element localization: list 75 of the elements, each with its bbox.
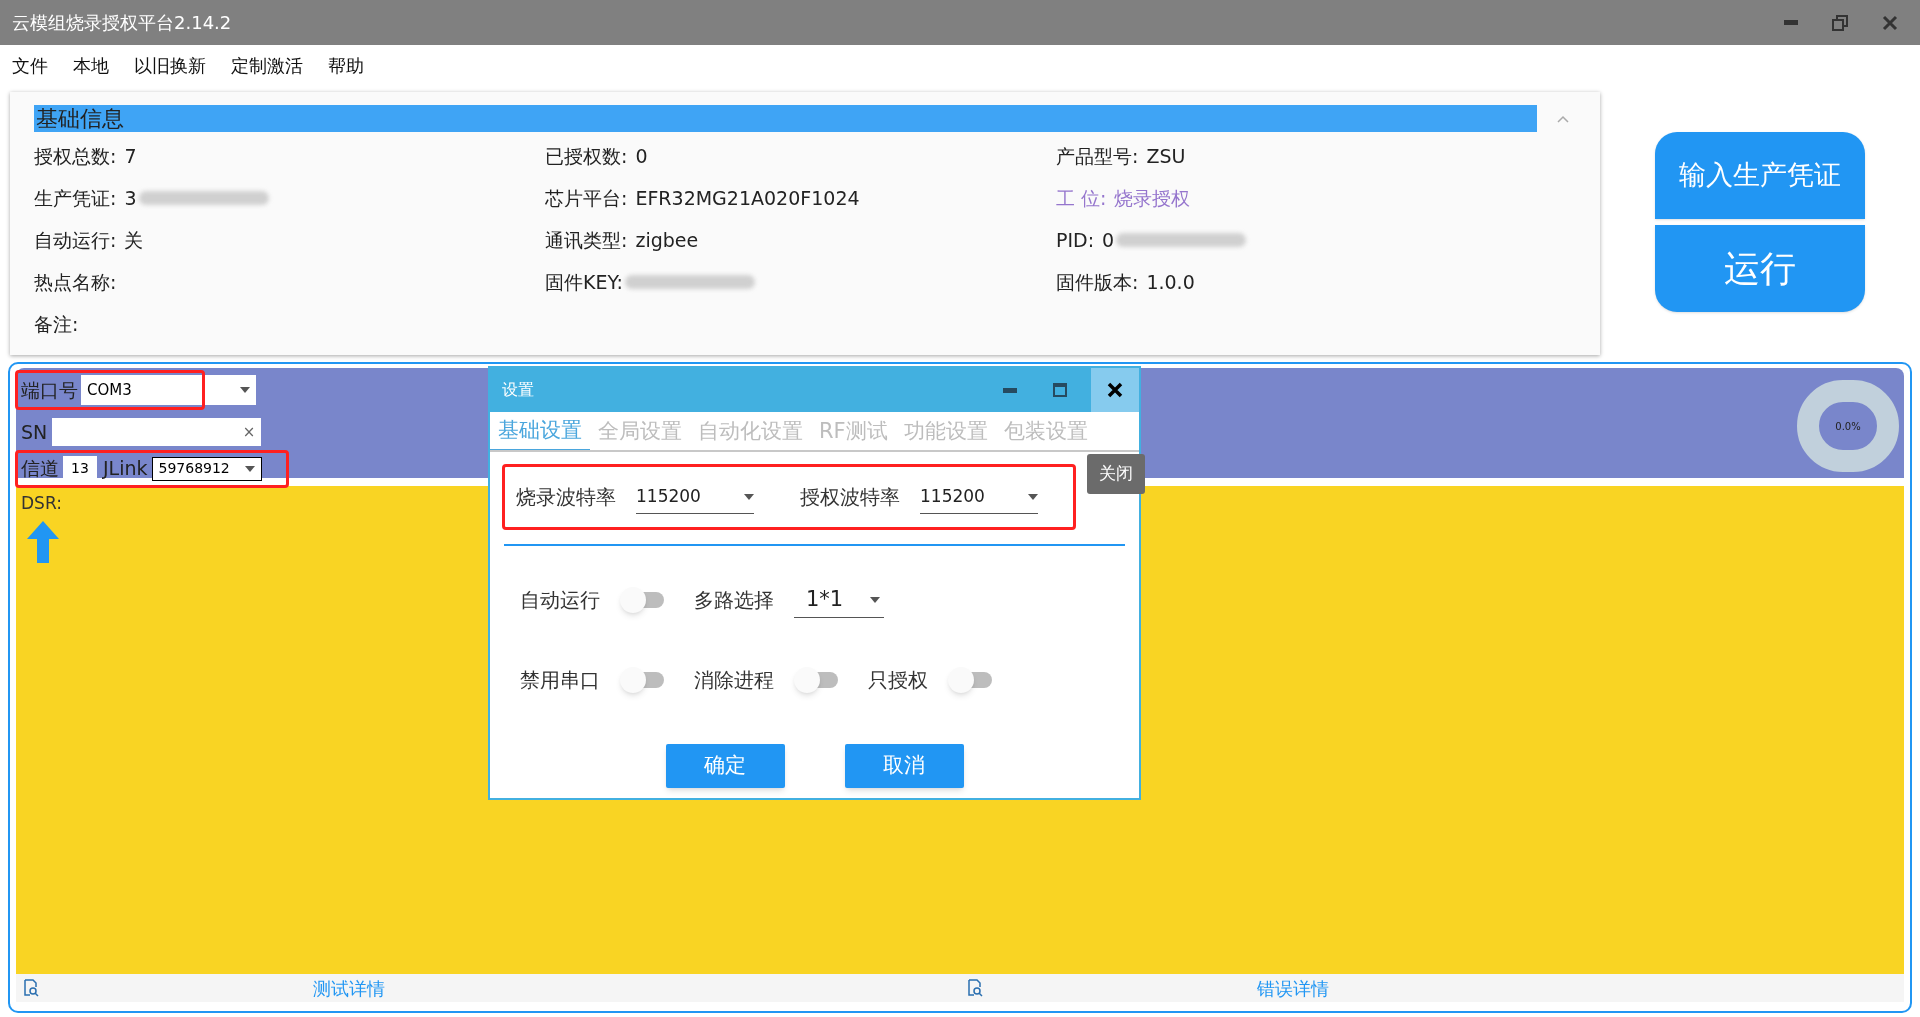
section-header[interactable]: 基础信息 [34, 105, 1537, 132]
field-label: 通讯类型: [545, 227, 628, 253]
field-value: 0 [635, 143, 648, 169]
toggle-switch[interactable] [620, 589, 664, 611]
dropdown-caret-icon [1028, 493, 1038, 500]
sn-label: SN [21, 420, 48, 445]
field-label: 固件KEY: [545, 269, 623, 295]
setting-label: 自动运行 [520, 587, 600, 614]
menu-item[interactable]: 帮助 [328, 51, 364, 79]
field-value: zigbee [635, 227, 699, 253]
field-label: 产品型号: [1056, 143, 1139, 169]
setting-label: 多路选择 [694, 587, 774, 614]
up-arrow-icon [27, 520, 59, 563]
restore-icon[interactable] [1832, 14, 1848, 31]
baud-label: 授权波特率 [800, 484, 900, 511]
search-document-icon[interactable] [22, 979, 40, 997]
setting-label: 消除进程 [694, 667, 774, 694]
collapse-caret-icon[interactable] [1557, 114, 1569, 123]
dropdown-caret-icon [744, 493, 754, 500]
window-title: 云模组烧录授权平台2.14.2 [12, 11, 232, 35]
field-label: 热点名称: [34, 269, 117, 295]
menu-item[interactable]: 定制激活 [231, 51, 303, 79]
field-label: 生产凭证: [34, 185, 117, 211]
confirm-button[interactable]: 确定 [665, 744, 785, 788]
field-value: 3 [124, 185, 137, 211]
dropdown-caret-icon [240, 387, 250, 393]
menu-item[interactable]: 文件 [12, 51, 48, 79]
field-label: 芯片平台: [545, 185, 628, 211]
field-label: PID: [1056, 227, 1095, 253]
toggle-switch[interactable] [620, 669, 664, 691]
baud-label: 烧录波特率 [516, 484, 616, 511]
field-value: 1.0.0 [1146, 269, 1195, 295]
field-value: 烧录授权 [1114, 185, 1191, 211]
baud-select[interactable]: 115200 [920, 480, 1038, 514]
run-button[interactable]: 运行 [1655, 225, 1865, 312]
dropdown-caret-icon [870, 596, 880, 603]
tooltip: 关闭 [1087, 454, 1145, 494]
field-label: 授权总数: [34, 143, 117, 169]
field-value: ZSU [1146, 143, 1186, 169]
port-label: 端口号 [21, 377, 78, 403]
baud-select[interactable]: 115200 [636, 480, 754, 514]
jlink-label: JLink [103, 456, 148, 482]
field-label: 自动运行: [34, 227, 117, 253]
toggle-switch[interactable] [794, 669, 838, 691]
sn-field[interactable]: × [52, 418, 262, 447]
menu-item[interactable]: 本地 [73, 51, 109, 79]
channel-label: 信道 [21, 456, 59, 482]
field-label: 备注: [34, 311, 79, 337]
enter-credential-button[interactable]: 输入生产凭证 [1655, 132, 1865, 219]
jlink-select[interactable]: 59768912 [151, 456, 262, 481]
cancel-button[interactable]: 取消 [844, 744, 964, 788]
port-select[interactable]: COM3 [81, 375, 256, 405]
dialog-title: 设置 [502, 379, 535, 401]
field-label: 固件版本: [1056, 269, 1139, 295]
maximize-icon[interactable] [1053, 383, 1067, 397]
setting-label: 禁用串口 [520, 667, 600, 694]
menu-item[interactable]: 以旧换新 [134, 51, 206, 79]
setting-label: 只授权 [868, 667, 928, 694]
dropdown-caret-icon [244, 465, 255, 472]
minimize-icon[interactable] [1003, 387, 1017, 393]
toggle-switch[interactable] [948, 669, 992, 691]
multiplex-select[interactable]: 1*1 [794, 582, 884, 618]
progress-text: 0.0% [1835, 419, 1861, 434]
field-value: 0 [1102, 227, 1115, 253]
field-label: 已授权数: [545, 143, 628, 169]
field-label: 工 位: [1056, 185, 1107, 211]
dsr-label: DSR: [21, 492, 62, 515]
close-button[interactable] [1091, 368, 1139, 412]
field-value: 关 [124, 227, 144, 253]
close-icon [1107, 382, 1123, 398]
channel-field[interactable]: 13 [63, 456, 97, 481]
field-value: EFR32MG21A020F1024 [635, 185, 860, 211]
field-value: 7 [124, 143, 137, 169]
search-document-icon[interactable] [966, 979, 984, 997]
close-icon[interactable] [1882, 14, 1898, 31]
